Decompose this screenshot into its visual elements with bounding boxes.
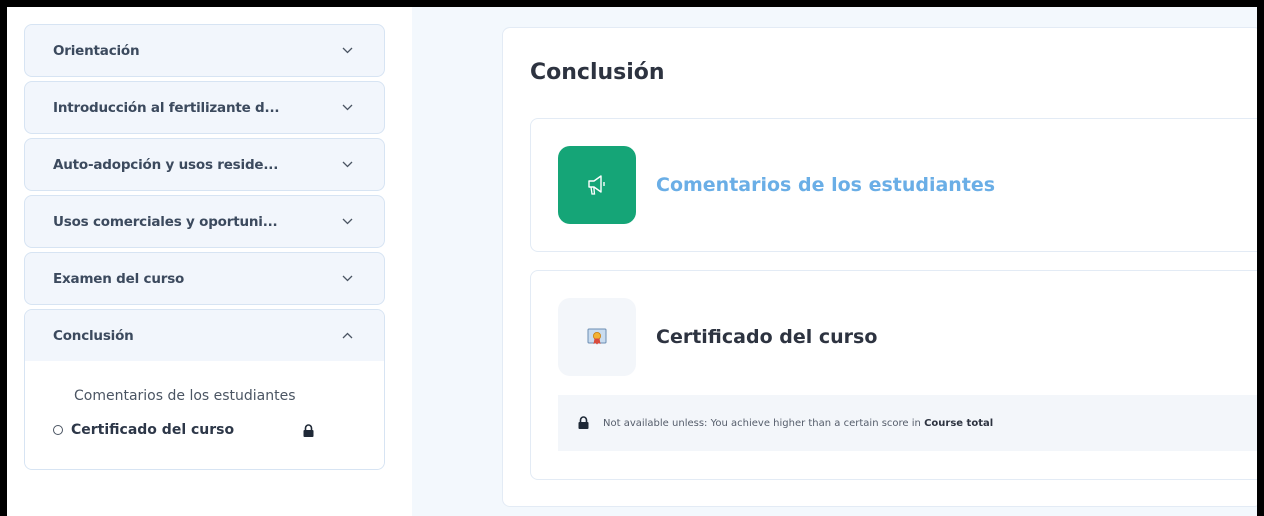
section-introduccion[interactable]: Introducción al fertilizante d... xyxy=(24,81,385,134)
section-auto-adopcion[interactable]: Auto-adopción y usos reside... xyxy=(24,138,385,191)
activity-label: Certificado del curso xyxy=(71,422,235,438)
activity-label: Comentarios de los estudiantes xyxy=(74,388,296,404)
restriction-prefix: Not available unless: You achieve higher… xyxy=(603,417,925,429)
section-title: Introducción al fertilizante d... xyxy=(53,99,280,116)
restriction-text: Not available unless: You achieve higher… xyxy=(603,418,993,429)
section-header[interactable]: Conclusión xyxy=(25,310,384,361)
activity-card-certificado[interactable]: Certificado del curso Not available unle… xyxy=(530,270,1257,480)
chevron-down-icon[interactable] xyxy=(340,101,354,115)
chevron-up-icon[interactable] xyxy=(340,329,354,343)
section-examen[interactable]: Examen del curso xyxy=(24,252,385,305)
lock-icon xyxy=(303,422,314,441)
page-title: Conclusión xyxy=(530,60,665,85)
availability-restriction: Not available unless: You achieve higher… xyxy=(558,395,1257,451)
activity-card-comentarios[interactable]: Comentarios de los estudiantes xyxy=(530,118,1257,252)
section-header[interactable]: Examen del curso xyxy=(25,253,384,304)
chevron-down-icon[interactable] xyxy=(340,44,354,58)
certificate-icon[interactable] xyxy=(558,298,636,376)
chevron-down-icon[interactable] xyxy=(340,158,354,172)
completion-circle-icon xyxy=(53,425,63,435)
restriction-grade-item: Course total xyxy=(924,417,994,429)
section-conclusion[interactable]: Conclusión Comentarios de los estudiante… xyxy=(24,309,385,470)
megaphone-icon[interactable] xyxy=(558,146,636,224)
activity-link-comentarios[interactable]: Comentarios de los estudiantes xyxy=(25,379,384,413)
section-title: Conclusión xyxy=(53,327,134,344)
activity-title-link[interactable]: Certificado del curso xyxy=(656,326,877,348)
section-content: Conclusión Comentarios de los estudiante… xyxy=(502,27,1257,507)
activity-link-certificado[interactable]: Certificado del curso xyxy=(25,413,384,447)
section-header[interactable]: Introducción al fertilizante d... xyxy=(25,82,384,133)
chevron-down-icon[interactable] xyxy=(340,215,354,229)
section-header[interactable]: Orientación xyxy=(25,25,384,76)
section-title: Examen del curso xyxy=(53,270,185,287)
section-header[interactable]: Auto-adopción y usos reside... xyxy=(25,139,384,190)
section-orientacion[interactable]: Orientación xyxy=(24,24,385,77)
course-index: Orientación Introducción al fertilizante… xyxy=(24,24,385,474)
section-usos-comerciales[interactable]: Usos comerciales y oportuni... xyxy=(24,195,385,248)
section-header[interactable]: Usos comerciales y oportuni... xyxy=(25,196,384,247)
chevron-down-icon[interactable] xyxy=(340,272,354,286)
page-frame: Orientación Introducción al fertilizante… xyxy=(7,7,1257,516)
section-title: Orientación xyxy=(53,42,140,59)
section-title: Usos comerciales y oportuni... xyxy=(53,213,278,230)
section-activities: Comentarios de los estudiantes Certifica… xyxy=(25,361,384,469)
activity-title-link[interactable]: Comentarios de los estudiantes xyxy=(656,174,995,196)
section-title: Auto-adopción y usos reside... xyxy=(53,156,279,173)
lock-icon xyxy=(578,414,589,433)
